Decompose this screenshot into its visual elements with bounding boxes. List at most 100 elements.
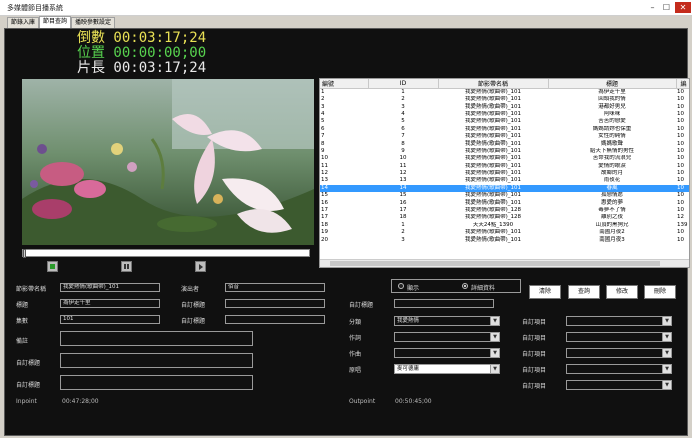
table-row[interactable]: 14 14 我愛熱情(歌曲帶)_101 春風 10 [320,184,689,193]
minimize-button[interactable]: – [646,2,659,13]
detail-radio[interactable] [462,283,468,289]
custom-item-3-label: 自訂項目 [522,351,547,358]
column-header-tape-name[interactable]: 節影帶名稱 [438,79,549,89]
play-button[interactable] [195,261,206,272]
query-button[interactable]: 查詢 [568,285,600,299]
scrollbar-thumb[interactable] [330,261,660,266]
notes-label: 備註 [16,338,29,345]
custom-title-1-label: 自訂標題 [181,302,206,309]
table-cell: 故鄉的月 [600,170,623,177]
table-cell: 15 [399,192,407,199]
episode-field[interactable]: 101 [60,315,160,324]
table-cell: 我愛熱情(歌曲帶)_128 [464,214,522,221]
table-row[interactable]: 10 10 我愛熱情(歌曲帶)_101 苦命我的流浪兒 10 [320,155,689,162]
notes-field[interactable] [60,331,253,346]
table-row[interactable]: 18 1 天天24點_1390 山頂的黑狗兄 139 [320,221,689,229]
original-singer-select[interactable]: 麥可德庸 ▼ [394,364,500,374]
table-cell: 2 [401,96,405,103]
table-row[interactable]: 6 6 我愛熱情(歌曲帶)_101 媽媽請妳也保重 10 [320,125,689,133]
table-row[interactable]: 5 5 我愛熱情(歌曲帶)_101 苦苦的戀愛 10 [320,118,689,125]
lyricist-select[interactable]: ▼ [394,332,500,342]
table-cell: 1 [401,89,405,95]
table-row[interactable]: 15 15 我愛熱情(歌曲帶)_101 孤戀情愿 10 [320,192,689,199]
performer-label: 演出者 [181,286,200,293]
table-cell: 10 [677,207,684,214]
pause-button[interactable] [121,261,132,272]
custom-title-1-field[interactable] [225,299,325,308]
table-row[interactable]: 8 8 我愛熱情(歌曲帶)_101 媽媽歌聲 10 [320,140,689,147]
stop-icon [50,264,55,269]
column-header-number[interactable]: 編號 [320,79,369,89]
progress-thumb[interactable] [23,249,26,258]
table-row[interactable]: 13 13 我愛熱情(歌曲帶)_101 雨夜花 10 [320,177,689,184]
table-row[interactable]: 12 12 我愛熱情(歌曲帶)_101 故鄉的月 10 [320,170,689,177]
table-cell: 5 [321,118,325,125]
column-header-title[interactable]: 標題 [548,79,677,89]
title-field[interactable]: 為伊走千里 [60,299,160,308]
table-cell: 15 [321,192,328,199]
table-row[interactable]: 17 18 我愛熱情(歌曲帶)_128 離別之夜 12 [320,214,689,221]
table-row[interactable]: 2 2 我愛熱情(歌曲帶)_101 回頭我的情 10 [320,96,689,103]
table-cell: 我愛熱情(歌曲帶)_101 [464,147,522,154]
table-row[interactable]: 3 3 我愛熱情(歌曲帶)_101 港都好男兒 10 [320,103,689,110]
composer-select[interactable]: ▼ [394,348,500,358]
table-row[interactable]: 20 3 我愛熱情(歌曲帶)_101 南國月夜3 10 [320,236,689,243]
table-row[interactable]: 16 16 我愛熱情(歌曲帶)_101 惠愛的夢 10 [320,199,689,206]
tape-name-field[interactable]: 我愛熱情(歌曲帶)_101 [60,283,160,292]
custom-title-3-field[interactable] [60,353,253,368]
close-button[interactable]: ✕ [675,2,691,13]
custom-item-1-select[interactable]: ▼ [566,316,672,326]
stop-button[interactable] [47,261,58,272]
table-row[interactable]: 1 1 我愛熱情(歌曲帶)_101 為伊走千里 10 [320,89,689,97]
tab-program-entry[interactable]: 節錄入庫 [7,17,40,28]
column-header-episode[interactable]: 編 [676,79,689,89]
custom-title-2-field[interactable] [225,315,325,324]
chevron-down-icon: ▼ [662,349,671,357]
table-row[interactable]: 4 4 我愛熱情(歌曲帶)_101 阿咪咪 10 [320,110,689,118]
table-cell: 9 [401,147,405,154]
performer-field[interactable]: 佰音 [225,283,325,292]
results-grid[interactable]: 編號 ID 節影帶名稱 標題 編 1 1 我愛熱情(歌曲帶)_101 為伊走千里 10 2… [319,78,690,268]
custom-item-2-select[interactable]: ▼ [566,332,672,342]
table-row[interactable]: 7 7 我愛熱情(歌曲帶)_101 女性的純情 10 [320,133,689,140]
table-cell: 4 [321,110,325,117]
custom-item-3-select[interactable]: ▼ [566,348,672,358]
show-radio[interactable] [398,283,404,289]
custom-title-3-label: 自訂標題 [16,360,41,367]
table-cell: 17 [321,207,328,214]
table-cell: 我愛熱情(歌曲帶)_101 [464,236,522,243]
tab-program-query[interactable]: 節目查詢 [39,16,72,28]
table-cell: 我愛熱情(歌曲帶)_101 [464,103,522,110]
custom-item-2-label: 自訂項目 [522,335,547,342]
title-label: 標題 [16,302,29,309]
table-cell: 10 [677,177,684,184]
delete-button[interactable]: 刪除 [644,285,676,299]
table-cell: 7 [401,133,405,140]
playback-progress[interactable] [22,249,310,258]
category-select[interactable]: 我愛熱情 ▼ [394,316,500,326]
chevron-down-icon: ▼ [490,317,499,325]
table-row[interactable]: 11 11 我愛熱情(歌曲帶)_101 愛情的眼淚 10 [320,163,689,170]
edit-button[interactable]: 修改 [606,285,638,299]
column-header-id[interactable]: ID [368,79,439,89]
inpoint-label: Inpoint [16,398,37,405]
table-row[interactable]: 9 9 我愛熱情(歌曲帶)_101 給天下無情的男性 10 [320,147,689,155]
table-cell: 我愛熱情(歌曲帶)_101 [438,184,548,193]
clear-button[interactable]: 清除 [529,285,561,299]
pause-icon [124,264,126,269]
custom-title-4-field[interactable] [60,375,253,390]
table-cell: 10 [677,118,684,125]
table-row[interactable]: 19 2 我愛熱情(歌曲帶)_101 南國月夜2 10 [320,229,689,236]
custom-title-5-field[interactable] [394,299,494,308]
tab-playback-settings[interactable]: 播映參數設定 [71,17,116,28]
maximize-button[interactable]: ☐ [660,2,673,13]
table-cell: 10 [677,125,684,132]
horizontal-scrollbar[interactable] [320,259,689,267]
table-cell: 我愛熱情(歌曲帶)_101 [464,192,522,199]
custom-item-4-select[interactable]: ▼ [566,364,672,374]
table-row[interactable]: 17 17 我愛熱情(歌曲帶)_128 毒夢不了情 10 [320,207,689,214]
table-cell: 天天24點_1390 [472,221,514,228]
custom-item-5-select[interactable]: ▼ [566,380,672,390]
table-cell: 3 [321,103,325,110]
table-cell: 我愛熱情(歌曲帶)_101 [464,170,522,177]
